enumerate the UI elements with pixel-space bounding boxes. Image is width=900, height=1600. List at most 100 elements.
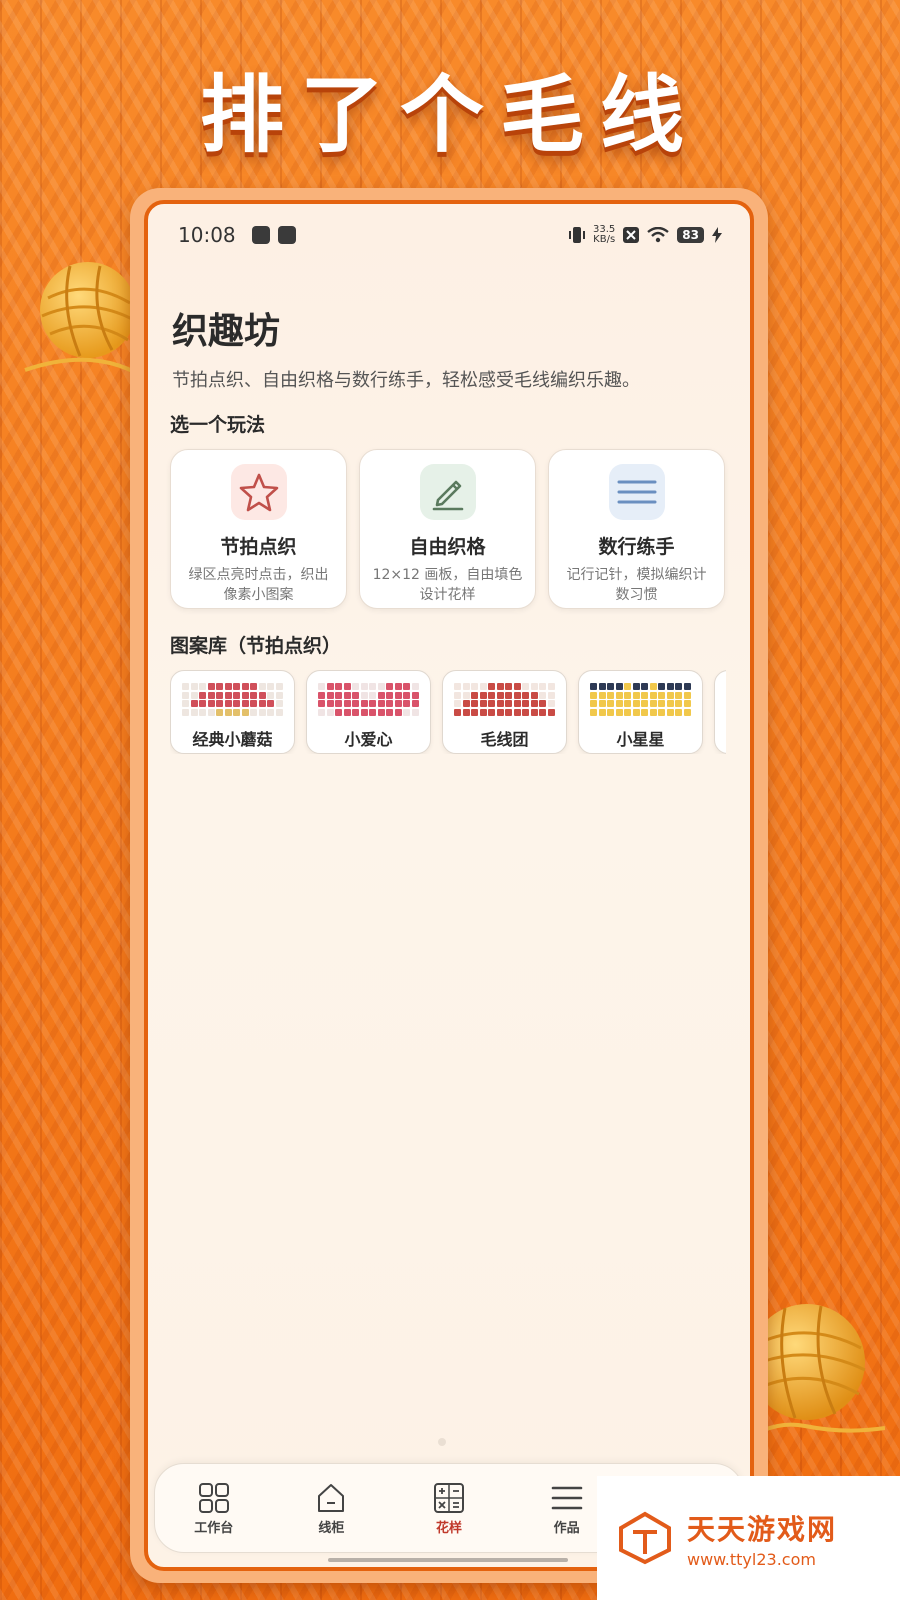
pattern-pixel xyxy=(216,700,224,707)
pattern-pixel xyxy=(479,708,487,716)
pattern-pixel xyxy=(369,691,377,699)
pattern-pixel xyxy=(675,700,683,707)
pattern-pixel xyxy=(641,691,649,699)
pattern-card[interactable]: 小星星 xyxy=(578,670,703,754)
pattern-pixel xyxy=(199,708,207,716)
pattern-pixel xyxy=(615,700,623,707)
pattern-pixel xyxy=(377,708,385,716)
pattern-pixel xyxy=(411,683,419,690)
pattern-pixel xyxy=(182,700,190,707)
tab-cabinet[interactable]: 线柜 xyxy=(281,1481,381,1536)
pattern-pixel xyxy=(513,683,521,690)
mode-name: 节拍点织 xyxy=(220,536,297,558)
pattern-pixel xyxy=(352,708,360,716)
tab-label: 线柜 xyxy=(318,1520,345,1536)
tab-label: 工作台 xyxy=(194,1520,234,1536)
pattern-pixel xyxy=(275,708,283,716)
pattern-pixel xyxy=(513,691,521,699)
pattern-pixel xyxy=(624,683,632,690)
mode-card-free-grid[interactable]: 自由织格 12×12 画板，自由填色设计花样 xyxy=(359,449,536,609)
site-logo-icon xyxy=(619,1511,671,1565)
pattern-pixel xyxy=(547,700,555,707)
pattern-pixel xyxy=(258,708,266,716)
pattern-pixel xyxy=(250,683,258,690)
pattern-pixel xyxy=(190,691,198,699)
pattern-card[interactable]: 小爱心 xyxy=(306,670,431,754)
pattern-pixel xyxy=(624,700,632,707)
pattern-pixel xyxy=(369,700,377,707)
pattern-pixel xyxy=(479,683,487,690)
pattern-pixel xyxy=(182,691,190,699)
pattern-pixel xyxy=(462,708,470,716)
pattern-pixel xyxy=(326,700,334,707)
pattern-pixel xyxy=(275,691,283,699)
page-title: 织趣坊 xyxy=(172,311,281,352)
pattern-card-partial[interactable] xyxy=(714,670,726,754)
pattern-pixel xyxy=(632,683,640,690)
tab-label: 花样 xyxy=(435,1520,462,1536)
mode-icon-wrap xyxy=(230,464,287,520)
pattern-pixel xyxy=(590,708,598,716)
app-icon xyxy=(277,226,296,244)
pattern-pixel xyxy=(505,708,513,716)
pattern-pixel xyxy=(522,708,530,716)
pattern-pixel xyxy=(267,683,275,690)
mode-icon-wrap xyxy=(419,464,476,520)
mode-card-beat-knit[interactable]: 节拍点织 绿区点亮时点击，织出像素小图案 xyxy=(170,449,347,609)
tab-patterns[interactable]: 花样 xyxy=(399,1481,499,1536)
pattern-pixel xyxy=(216,708,224,716)
mode-card-row-count[interactable]: 数行练手 记行记针，模拟编织计数习惯 xyxy=(548,449,725,609)
pattern-pixel xyxy=(675,708,683,716)
pattern-pixel xyxy=(216,691,224,699)
pattern-pixel xyxy=(411,691,419,699)
pattern-pixel xyxy=(488,691,496,699)
pattern-pixel xyxy=(607,708,615,716)
pattern-pixel xyxy=(624,691,632,699)
pattern-pixel xyxy=(224,708,232,716)
mail-icon xyxy=(251,226,270,244)
pattern-pixel xyxy=(258,700,266,707)
pattern-pixel xyxy=(241,708,249,716)
pattern-pixel xyxy=(675,691,683,699)
pattern-card[interactable]: 毛线团 xyxy=(442,670,567,754)
pattern-pixel xyxy=(590,700,598,707)
pattern-pixel xyxy=(190,708,198,716)
pattern-pixel xyxy=(326,683,334,690)
mode-icon-wrap xyxy=(608,464,665,520)
pattern-pixel xyxy=(411,708,419,716)
pattern-pixel xyxy=(641,683,649,690)
list-icon xyxy=(617,480,656,504)
calculator-icon xyxy=(433,1482,464,1513)
pattern-pixel xyxy=(369,683,377,690)
pattern-pixel xyxy=(343,683,351,690)
pencil-icon xyxy=(432,480,463,511)
pattern-card[interactable]: 经典小蘑菇 xyxy=(170,670,295,754)
mode-desc: 绿区点亮时点击，织出像素小图案 xyxy=(188,567,329,603)
pattern-preview xyxy=(318,683,419,716)
pattern-pixel xyxy=(190,700,198,707)
tab-workbench[interactable]: 工作台 xyxy=(164,1481,264,1536)
watermark-name: 天天游戏网 xyxy=(687,1512,838,1546)
pattern-pixel xyxy=(335,683,343,690)
page-subtitle: 节拍点织、自由织格与数行练手，轻松感受毛线编织乐趣。 xyxy=(172,370,640,391)
pattern-preview xyxy=(590,683,691,716)
pattern-pixel xyxy=(632,700,640,707)
pattern-pixel xyxy=(318,708,326,716)
pattern-pixel xyxy=(352,683,360,690)
pattern-pixel xyxy=(403,683,411,690)
pattern-pixel xyxy=(394,708,402,716)
pattern-pixel xyxy=(598,708,606,716)
pattern-pixel xyxy=(267,691,275,699)
pattern-pixel xyxy=(182,683,190,690)
watermark-url: www.ttyl23.com xyxy=(687,1549,816,1569)
menu-icon xyxy=(551,1486,582,1509)
pattern-pixel xyxy=(241,700,249,707)
pattern-pixel xyxy=(666,691,674,699)
modes-section-title: 选一个玩法 xyxy=(170,414,266,436)
pattern-pixel xyxy=(377,683,385,690)
pattern-pixel xyxy=(335,708,343,716)
pattern-pixel xyxy=(488,708,496,716)
pattern-pixel xyxy=(649,708,657,716)
pattern-pixel xyxy=(403,700,411,707)
pattern-pixel xyxy=(505,700,513,707)
